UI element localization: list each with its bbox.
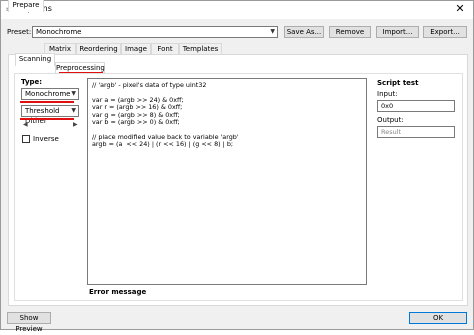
mode-highlight xyxy=(20,101,74,103)
import-button[interactable]: Import... xyxy=(376,26,419,38)
chevron-down-icon: ▼ xyxy=(270,28,275,35)
mode-select[interactable]: Monochrome ▼ xyxy=(21,88,79,100)
type-label: Type: xyxy=(21,78,43,86)
script-line: // 'argb' - pixel's data of type uint32 xyxy=(92,81,207,89)
inverse-checkbox[interactable] xyxy=(22,135,30,143)
preset-select[interactable]: Monochrome ▼ xyxy=(32,26,278,38)
script-line: argb = (a << 24) | (r << 16) | (g << 8) … xyxy=(92,140,234,149)
script-line: var b = (argb >> 0) & 0xff; xyxy=(92,118,180,127)
tab-prepare[interactable]: Prepare xyxy=(8,0,44,12)
save-as-button[interactable]: Save As... xyxy=(284,26,324,38)
tab-templates[interactable]: Templates xyxy=(179,43,222,54)
mode-value: Monochrome xyxy=(25,90,71,98)
tab-reordering[interactable]: Reordering xyxy=(76,43,121,54)
output-field: Result xyxy=(377,126,455,138)
tab-font[interactable]: Font xyxy=(151,43,179,54)
script-test-title: Script test xyxy=(377,79,419,87)
script-editor[interactable]: // 'argb' - pixel's data of type uint32 … xyxy=(87,78,367,285)
close-icon[interactable]: ✕ xyxy=(453,2,467,16)
chevron-down-icon: ▼ xyxy=(71,90,76,97)
input-label: Input: xyxy=(377,90,398,98)
remove-button[interactable]: Remove xyxy=(329,26,371,38)
preset-label: Preset: xyxy=(7,28,32,36)
export-button[interactable]: Export... xyxy=(423,26,467,38)
input-field[interactable]: 0x0 xyxy=(377,100,455,112)
dither-select[interactable]: Threshold Dither ▼ xyxy=(21,105,79,125)
preprocessing-panel: Type: Monochrome ▼ Threshold Dither ▼ ◀ … xyxy=(14,73,463,301)
inverse-label: Inverse xyxy=(33,135,59,143)
dither-value: Threshold Dither xyxy=(25,107,60,125)
chevron-down-icon: ▼ xyxy=(71,107,76,114)
show-preview-button[interactable]: Show Preview xyxy=(7,312,51,333)
scroll-left-icon[interactable]: ◀ xyxy=(23,121,28,128)
title-bar: ☕ Options ✕ xyxy=(1,1,473,19)
output-label: Output: xyxy=(377,116,404,124)
error-message-label: Error message xyxy=(89,288,147,296)
scroll-right-icon[interactable]: ▶ xyxy=(73,121,78,128)
tab-scanning[interactable]: Scanning xyxy=(15,53,55,66)
preset-value: Monochrome xyxy=(36,28,82,36)
tab-image[interactable]: Image xyxy=(121,43,151,54)
prepare-panel: Scanning Preprocessing Type: Monochrome … xyxy=(8,53,468,306)
options-window: ☕ Options ✕ Preset: Monochrome ▼ Save As… xyxy=(0,0,474,333)
dither-highlight xyxy=(20,118,74,120)
ok-button[interactable]: OK xyxy=(409,312,467,324)
